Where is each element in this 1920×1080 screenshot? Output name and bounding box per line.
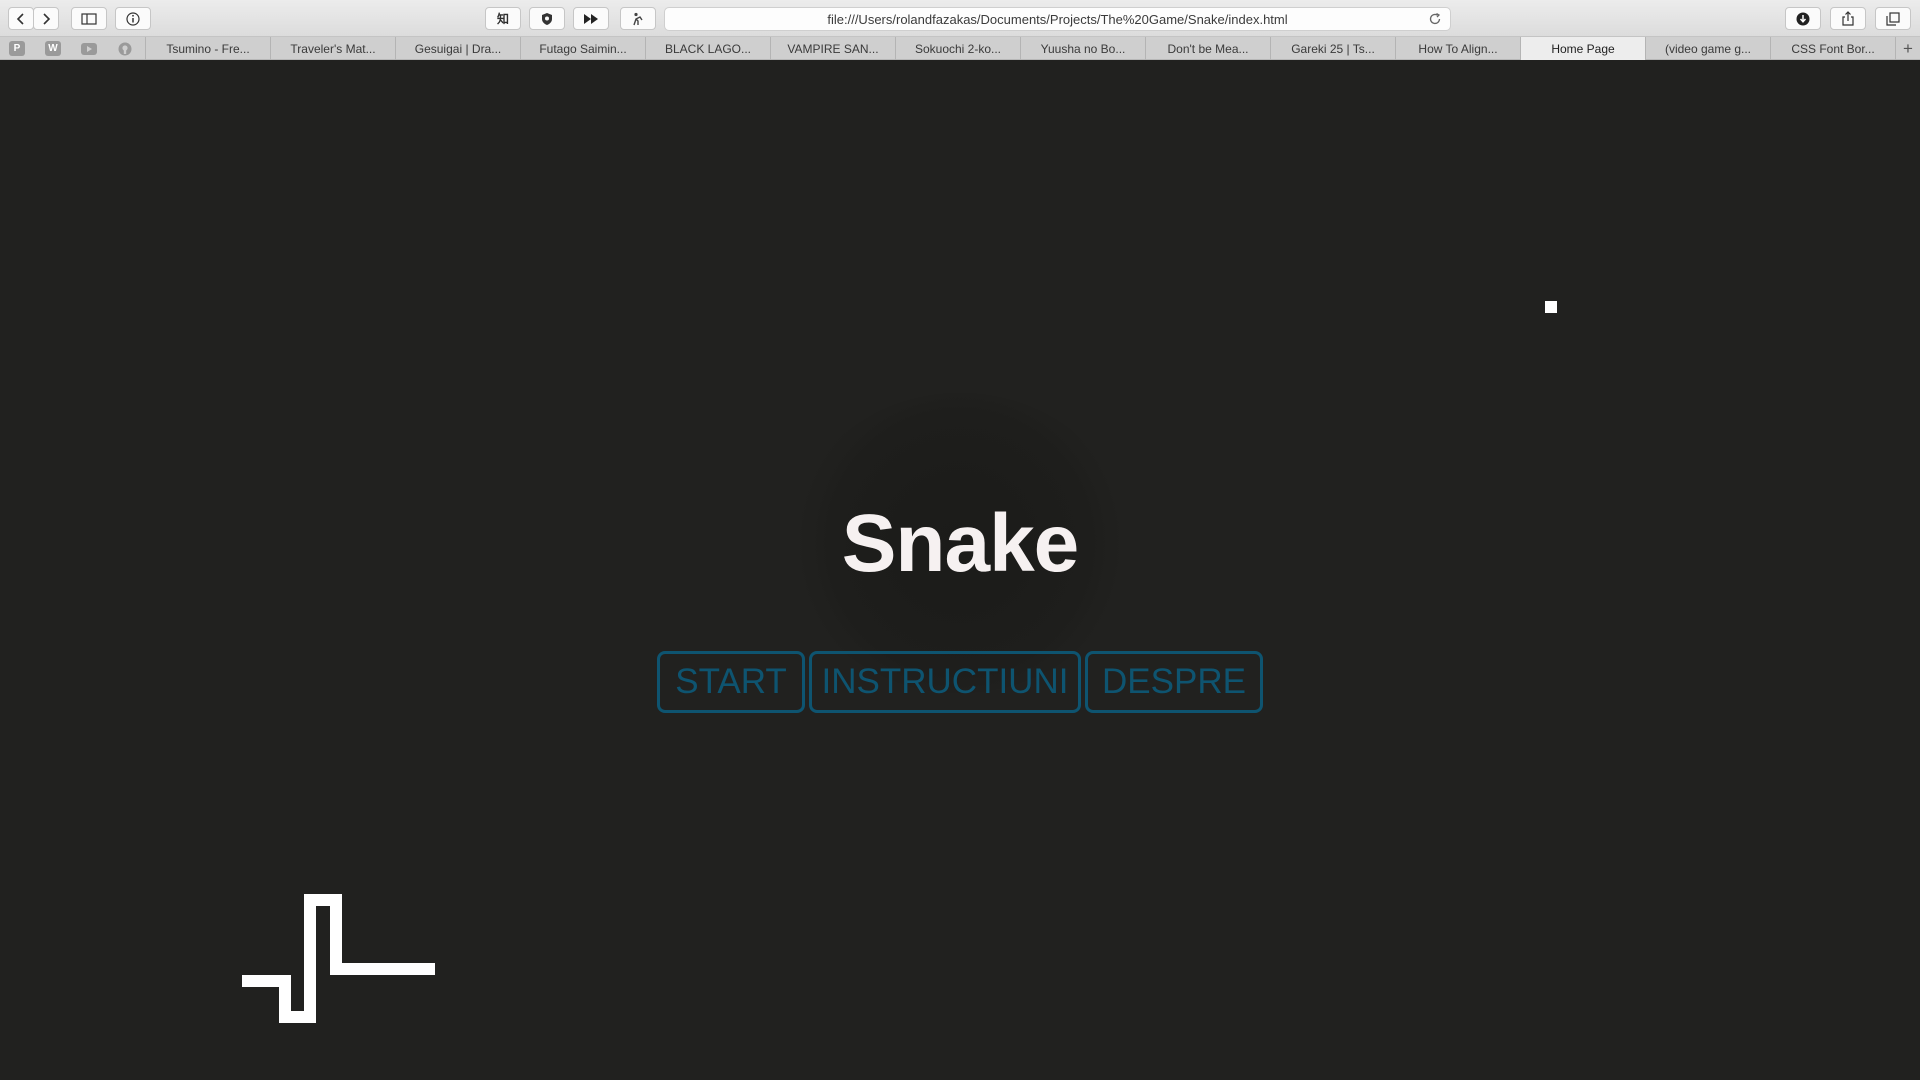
shield-button[interactable]	[529, 7, 565, 30]
extension-button[interactable]	[620, 7, 656, 30]
downloads-button[interactable]	[1785, 7, 1821, 30]
back-icon	[16, 12, 24, 25]
tab[interactable]: CSS Font Bor...	[1770, 37, 1895, 60]
forward-button[interactable]	[33, 7, 59, 30]
tab[interactable]: Traveler's Mat...	[270, 37, 395, 60]
share-button[interactable]	[1830, 7, 1866, 30]
share-icon	[1842, 11, 1854, 26]
tab-active[interactable]: Home Page	[1520, 37, 1645, 60]
tab-list: Tsumino - Fre... Traveler's Mat... Gesui…	[145, 37, 1895, 60]
tab[interactable]: Don't be Mea...	[1145, 37, 1270, 60]
github-icon[interactable]	[117, 41, 133, 56]
sidebar-icon	[81, 12, 97, 25]
tab[interactable]: Sokuochi 2-ko...	[895, 37, 1020, 60]
new-tab-button[interactable]: +	[1895, 37, 1920, 60]
address-bar[interactable]: file:///Users/rolandfazakas/Documents/Pr…	[664, 7, 1451, 31]
favorite-p-icon[interactable]: P	[9, 41, 25, 56]
tab[interactable]: Yuusha no Bo...	[1020, 37, 1145, 60]
tab[interactable]: Gesuigai | Dra...	[395, 37, 520, 60]
url-text: file:///Users/rolandfazakas/Documents/Pr…	[827, 11, 1288, 27]
reload-icon[interactable]	[1428, 12, 1442, 26]
tab[interactable]: Tsumino - Fre...	[145, 37, 270, 60]
game-page: Snake START INSTRUCTIUNI DESPRE	[0, 61, 1920, 1080]
translate-icon: 知	[496, 12, 509, 26]
tab[interactable]: How To Align...	[1395, 37, 1520, 60]
tab-bar: P W Tsumino - Fre... Traveler's Mat... G…	[0, 37, 1920, 60]
tab[interactable]: Gareki 25 | Ts...	[1270, 37, 1395, 60]
tab[interactable]: Futago Saimin...	[520, 37, 645, 60]
info-icon	[126, 11, 140, 26]
fast-forward-button[interactable]	[573, 7, 609, 30]
snake-body	[242, 894, 435, 1023]
snake	[242, 894, 435, 1023]
tab[interactable]: BLACK LAGO...	[645, 37, 770, 60]
plus-icon: +	[1903, 38, 1913, 58]
extension-icon	[633, 12, 643, 25]
tab[interactable]: VAMPIRE SAN...	[770, 37, 895, 60]
download-icon	[1796, 12, 1810, 25]
tab[interactable]: (video game g...	[1645, 37, 1770, 60]
translate-button[interactable]: 知	[485, 7, 521, 30]
browser-toolbar: 知 file:///Users/rolandfazakas/Documents/…	[0, 0, 1920, 37]
tabs-overview-icon	[1886, 11, 1900, 26]
sidebar-button[interactable]	[71, 7, 107, 30]
favorite-w-icon[interactable]: W	[45, 41, 61, 56]
info-button[interactable]	[115, 7, 151, 30]
back-button[interactable]	[8, 7, 34, 30]
youtube-icon[interactable]	[81, 41, 97, 56]
shield-icon	[542, 12, 552, 25]
forward-icon	[43, 12, 51, 25]
tabs-overview-button[interactable]	[1875, 7, 1911, 30]
fast-forward-icon	[584, 13, 598, 24]
